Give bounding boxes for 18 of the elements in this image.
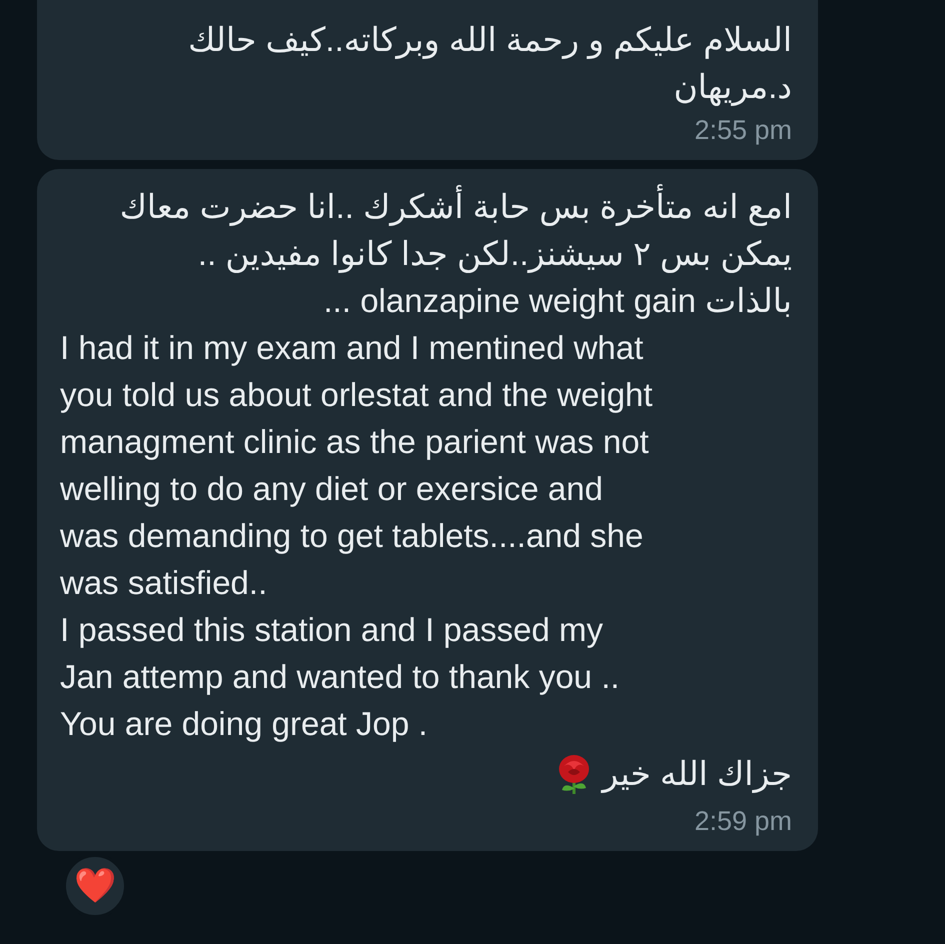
message-text: بالذات olanzapine weight gain ... — [322, 281, 792, 321]
message-text: You are doing great Jop . — [60, 704, 429, 744]
message-text: السلام عليكم و رحمة الله وبركاته..كيف حالك — [187, 20, 792, 61]
message-text: welling to do any diet or exersice and — [60, 469, 604, 509]
message-text: I passed this station and I passed my — [60, 610, 604, 650]
message-text: Jan attemp and wanted to thank you .. — [60, 657, 621, 697]
message-text: was demanding to get tablets....and she — [60, 516, 644, 556]
message-text: امع انه متأخرة بس حابة أشكرك ..انا حضرت معاك — [60, 183, 792, 230]
message-text: you told us about orlestat and the weight — [60, 375, 654, 415]
message-time: 2:55 pm — [693, 114, 792, 147]
message-text: يمكن بس ٢ سيشنز..لكن جدا كانوا مفيدين .. — [196, 234, 792, 275]
message-text: managment clinic as the parient was not — [60, 422, 650, 462]
message-time: 2:59 pm — [693, 805, 792, 838]
message-text: جزاك الله خير — [602, 754, 792, 795]
message-text: I had it in my exam and I mentined what — [60, 328, 644, 368]
reaction-badge[interactable]: ❤ — [63, 854, 127, 918]
message-text: was satisfied.. — [60, 563, 268, 603]
message-text: د.مريهان — [672, 67, 792, 108]
